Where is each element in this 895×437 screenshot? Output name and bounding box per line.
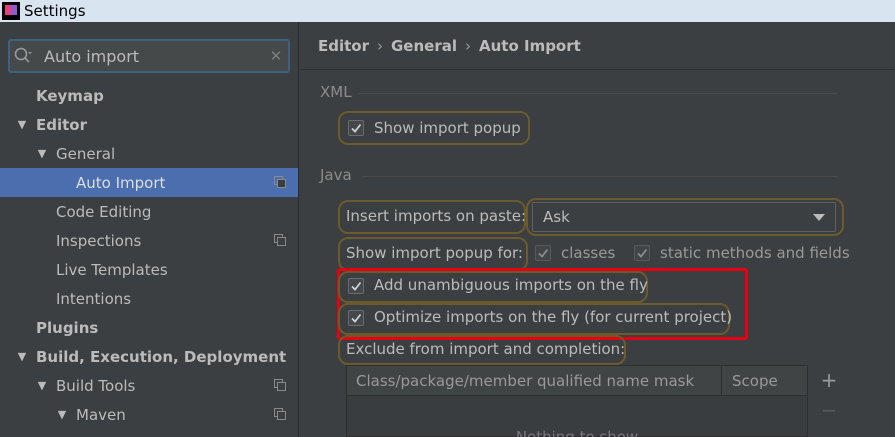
tree-item-label: Live Templates <box>56 260 168 279</box>
tree-item-label: Auto Import <box>76 173 166 192</box>
title-bar: Settings <box>0 0 895 22</box>
breadcrumb-general: General <box>391 36 457 55</box>
tree-item-live-templates[interactable]: Live Templates <box>0 255 298 284</box>
expand-arrow-icon[interactable]: ▼ <box>36 379 48 392</box>
optimize-imports-label[interactable]: Optimize imports on the fly (for current… <box>374 308 732 326</box>
project-scope-icon <box>274 408 286 420</box>
window-title: Settings <box>24 2 86 20</box>
tree-item-build-execution-deployment[interactable]: ▼ Build, Execution, Deployment <box>0 342 298 371</box>
tree-item-label: Inspections <box>56 231 142 250</box>
clear-search-icon[interactable]: ✕ <box>264 47 288 65</box>
insert-imports-on-paste-dropdown[interactable]: Ask <box>532 202 836 232</box>
tree-item-maven[interactable]: ▼ Maven <box>0 400 298 429</box>
java-section-title: Java <box>320 166 352 184</box>
add-unambiguous-imports-label[interactable]: Add unambiguous imports on the fly <box>374 276 648 294</box>
project-scope-icon <box>274 379 286 391</box>
add-icon[interactable]: + <box>809 365 849 395</box>
breadcrumb-separator: › <box>465 36 471 55</box>
classes-label[interactable]: classes <box>561 244 615 262</box>
insert-imports-on-paste-value: Ask <box>543 208 570 226</box>
check-icon <box>351 281 362 291</box>
tree-item-label: Maven <box>76 405 126 424</box>
check-icon <box>351 123 362 133</box>
check-icon <box>538 248 549 258</box>
tree-item-inspections[interactable]: Inspections <box>0 226 298 255</box>
tree-item-label: Build Tools <box>56 376 136 395</box>
check-icon <box>351 313 362 323</box>
search-input[interactable] <box>44 46 264 66</box>
tree-item-editor[interactable]: ▼ Editor <box>0 110 298 139</box>
add-unambiguous-imports-checkbox[interactable] <box>348 278 364 294</box>
column-header-mask[interactable]: Class/package/member qualified name mask <box>347 366 722 395</box>
static-methods-label[interactable]: static methods and fields <box>660 244 850 262</box>
check-icon <box>637 248 648 258</box>
intellij-app-icon <box>2 2 20 20</box>
breadcrumb-auto-import: Auto Import <box>479 36 581 55</box>
tree-item-label: Editor <box>36 115 87 134</box>
optimize-imports-checkbox[interactable] <box>348 310 364 326</box>
show-import-popup-for-label: Show import popup for: <box>346 244 523 262</box>
tree-item-label: Code Editing <box>56 202 152 221</box>
tree-item-general[interactable]: ▼ General <box>0 139 298 168</box>
xml-section-divider <box>358 93 838 94</box>
settings-sidebar: ✕ Keymap ▼ Editor ▼ General Auto Import Code E… <box>0 22 299 437</box>
tree-item-plugins[interactable]: Plugins <box>0 313 298 342</box>
settings-content: Editor › General › Auto Import XML Show … <box>300 22 895 437</box>
expand-arrow-icon[interactable]: ▼ <box>56 408 68 421</box>
tree-item-label: Build, Execution, Deployment <box>36 347 287 366</box>
breadcrumb-separator: › <box>377 36 383 55</box>
expand-arrow-icon[interactable]: ▼ <box>16 350 28 363</box>
exclude-table-header: Class/package/member qualified name mask… <box>347 366 807 396</box>
tree-item-label: Intentions <box>56 289 132 308</box>
java-section-divider <box>362 176 838 177</box>
tree-item-label: Plugins <box>36 318 99 337</box>
settings-search-box[interactable]: ✕ <box>8 39 290 73</box>
tree-item-keymap[interactable]: Keymap <box>0 81 298 110</box>
tree-item-auto-import[interactable]: Auto Import <box>0 168 298 197</box>
show-import-popup-xml-checkbox[interactable] <box>348 120 364 136</box>
show-import-popup-xml-label[interactable]: Show import popup <box>374 119 521 137</box>
exclude-table-toolbar: + − <box>809 365 849 437</box>
project-scope-icon <box>274 176 286 188</box>
expand-arrow-icon[interactable]: ▼ <box>16 118 28 131</box>
tree-item-label: Keymap <box>36 86 104 105</box>
breadcrumb-editor: Editor <box>318 36 369 55</box>
empty-table-text: Nothing to show <box>515 428 639 437</box>
exclude-table[interactable]: Class/package/member qualified name mask… <box>346 365 808 437</box>
breadcrumb: Editor › General › Auto Import <box>300 22 895 70</box>
tree-item-label: General <box>56 144 116 163</box>
settings-tree: Keymap ▼ Editor ▼ General Auto Import Code Edi… <box>0 81 298 429</box>
remove-icon[interactable]: − <box>809 395 849 425</box>
static-methods-checkbox[interactable] <box>634 245 650 261</box>
chevron-down-icon <box>813 214 825 221</box>
project-scope-icon <box>274 234 286 246</box>
tree-item-intentions[interactable]: Intentions <box>0 284 298 313</box>
tree-item-code-editing[interactable]: Code Editing <box>0 197 298 226</box>
exclude-from-import-label: Exclude from import and completion: <box>346 340 626 358</box>
column-header-scope[interactable]: Scope <box>722 372 778 390</box>
xml-section-title: XML <box>320 83 352 101</box>
classes-checkbox[interactable] <box>535 245 551 261</box>
expand-arrow-icon[interactable]: ▼ <box>36 147 48 160</box>
search-icon[interactable] <box>10 41 36 71</box>
tree-item-build-tools[interactable]: ▼ Build Tools <box>0 371 298 400</box>
insert-imports-on-paste-label: Insert imports on paste: <box>346 207 527 225</box>
